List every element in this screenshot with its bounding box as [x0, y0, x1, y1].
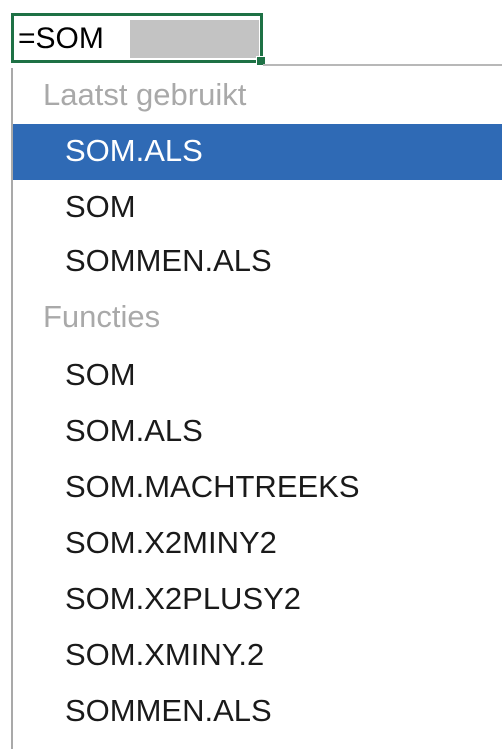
function-autocomplete-list[interactable]: Laatst gebruikt SOM.ALS SOM SOMMEN.ALS F… — [11, 68, 502, 749]
list-item-function-som[interactable]: SOM — [13, 348, 502, 402]
list-item-recent-sommen-als[interactable]: SOMMEN.ALS — [13, 234, 502, 288]
active-cell[interactable]: =SOM — [11, 13, 266, 66]
list-item-function-som-machtreeks[interactable]: SOM.MACHTREEKS — [13, 460, 502, 514]
section-header-recent: Laatst gebruikt — [43, 77, 247, 112]
autocomplete-ghost-selection — [130, 20, 259, 58]
list-item-function-som-xminy-2[interactable]: SOM.XMINY.2 — [13, 628, 502, 682]
list-item-function-som-x2plusy2[interactable]: SOM.X2PLUSY2 — [13, 572, 502, 626]
cell-formula-text[interactable]: =SOM — [18, 22, 104, 56]
section-header-functions: Functies — [43, 299, 161, 334]
list-item-function-som-x2miny2[interactable]: SOM.X2MINY2 — [13, 516, 502, 570]
list-item-recent-som[interactable]: SOM — [13, 180, 502, 234]
list-item-recent-som-als[interactable]: SOM.ALS — [13, 124, 502, 180]
cell-gridline — [263, 64, 502, 66]
list-item-function-som-als[interactable]: SOM.ALS — [13, 404, 502, 458]
list-item-function-sommen-als[interactable]: SOMMEN.ALS — [13, 684, 502, 738]
spreadsheet-stage: =SOM Laatst gebruikt SOM.ALS SOM SOMMEN.… — [0, 0, 502, 749]
